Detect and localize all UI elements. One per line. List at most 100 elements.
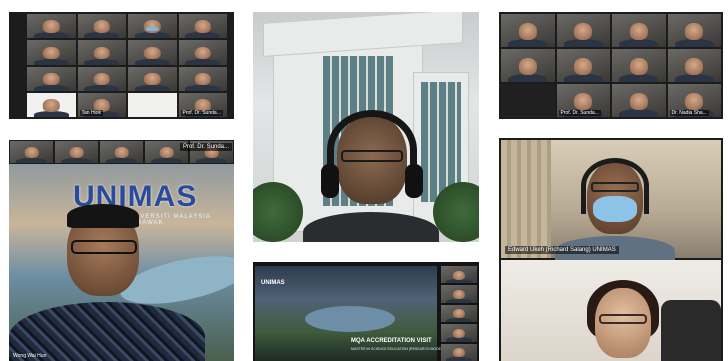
speaker — [9, 204, 205, 361]
participant-body — [151, 157, 182, 163]
participant-body — [61, 157, 92, 163]
participant-name: Prof. Dr. Sunda... — [180, 110, 223, 116]
participant-tile — [612, 14, 666, 47]
participant-face — [43, 46, 60, 60]
curtain — [501, 140, 551, 258]
participant-tile — [441, 304, 477, 323]
participant-body — [563, 74, 603, 82]
video-tile-bottom — [501, 260, 721, 361]
participant-body — [446, 298, 472, 303]
headset-ear-right — [405, 164, 423, 198]
participant-face — [574, 92, 593, 110]
participant-body — [84, 58, 120, 65]
participant-face — [452, 328, 466, 338]
participant-body — [508, 39, 548, 47]
active-speaker-label: Prof. Dr. Sunda... — [179, 143, 232, 151]
slide-share-screenshot: UNIMAS MQA ACCREDITATION VISIT MASTER IN… — [253, 262, 479, 361]
participant-tile — [77, 14, 126, 39]
participant-body — [674, 74, 714, 82]
participant-name: Dr. Nadia Sha... — [669, 110, 709, 116]
speaker-hair — [67, 204, 139, 228]
participant-tile — [27, 14, 76, 39]
participant-body — [185, 84, 221, 91]
participant-face — [518, 22, 537, 40]
participant-tile: Prof. Dr. Sunda... — [178, 92, 227, 117]
participant-grid: Tan Hiok Prof. Dr. Sunda... — [27, 14, 227, 117]
glasses — [591, 182, 639, 192]
participant-tile — [178, 40, 227, 65]
participant-face — [452, 289, 466, 299]
participant-tile — [441, 285, 477, 303]
participant-tile — [667, 49, 721, 82]
participant-tile — [77, 66, 126, 91]
slide-title: MQA ACCREDITATION VISIT — [351, 338, 432, 344]
participant-tile — [556, 14, 610, 47]
participant-body — [196, 157, 227, 163]
participant-tile — [667, 14, 721, 47]
gallery-screenshot-1: Tan Hiok Prof. Dr. Sunda... — [9, 12, 234, 119]
speaker-unimas-screenshot: UNIMAS UNIVERSITI MALAYSIA SARAWAK Prof.… — [9, 140, 234, 361]
participant-face — [43, 72, 60, 86]
participant-tile — [27, 40, 76, 65]
participant-grid: Prof. Dr. Sunda... Dr. Nadia Sha... — [501, 14, 721, 117]
participant-body — [619, 39, 659, 47]
participant-face — [69, 146, 84, 159]
participant-tile: Prof. Dr. Sunda... — [556, 84, 610, 117]
slide-subtitle: MASTER IN SCIENCE EDUCATION (RESEARCH MO… — [351, 347, 443, 351]
participant-tile — [27, 92, 76, 117]
participant-tile — [128, 40, 177, 65]
participant-body — [674, 39, 714, 47]
participant-face — [93, 46, 110, 60]
face-mask — [593, 196, 637, 222]
participant-body — [619, 74, 659, 82]
slide-logo: UNIMAS — [261, 280, 285, 286]
headset-ear-left — [321, 164, 339, 198]
participant-body — [446, 318, 472, 323]
chair — [661, 300, 721, 361]
participant-face — [685, 22, 704, 40]
tree — [433, 182, 479, 242]
participant-tile — [77, 40, 126, 65]
participant-tile — [441, 343, 477, 361]
participant-tile — [501, 49, 555, 82]
participant-body — [446, 279, 472, 284]
participant-tile — [128, 92, 177, 117]
participant-tile — [27, 66, 76, 91]
participant-face — [629, 57, 648, 75]
participant-face — [629, 22, 648, 40]
participant-tile: Tan Hiok — [77, 92, 126, 117]
participant-face — [685, 92, 704, 110]
participant-face — [629, 92, 648, 110]
participant-face — [574, 22, 593, 40]
participant-body — [134, 58, 170, 65]
participant-body — [446, 337, 472, 342]
participant-face — [43, 20, 60, 33]
participant-face — [43, 99, 60, 112]
participant-body — [33, 111, 69, 117]
participant-tile: Dr. Nadia Sha... — [667, 84, 721, 117]
speaker-with-headset — [303, 110, 439, 242]
face-mask — [145, 26, 159, 31]
glasses — [599, 314, 647, 324]
participant-body — [508, 74, 548, 82]
participant-body — [134, 84, 170, 91]
participant-face — [452, 309, 466, 319]
participant-tile — [556, 49, 610, 82]
participant-tile — [441, 324, 477, 342]
participant-face — [194, 46, 211, 60]
participant-tile — [612, 84, 666, 117]
video-tile-top: Edward Ukeh (Richard Salang) UNIMAS — [501, 140, 721, 266]
glasses — [341, 150, 403, 162]
slide-lake-image — [305, 306, 395, 332]
participant-body — [619, 109, 659, 117]
participant-face — [574, 57, 593, 75]
participant-body — [84, 84, 120, 91]
participant-tile — [55, 141, 98, 163]
participant-tile — [100, 141, 143, 163]
participant-body — [84, 32, 120, 39]
participant-tile — [501, 84, 555, 117]
presentation-slide: UNIMAS MQA ACCREDITATION VISIT MASTER IN… — [255, 266, 442, 361]
participant-tile — [128, 14, 177, 39]
participant-name: Prof. Dr. Sunda... — [558, 110, 601, 116]
participant-face — [452, 348, 466, 358]
